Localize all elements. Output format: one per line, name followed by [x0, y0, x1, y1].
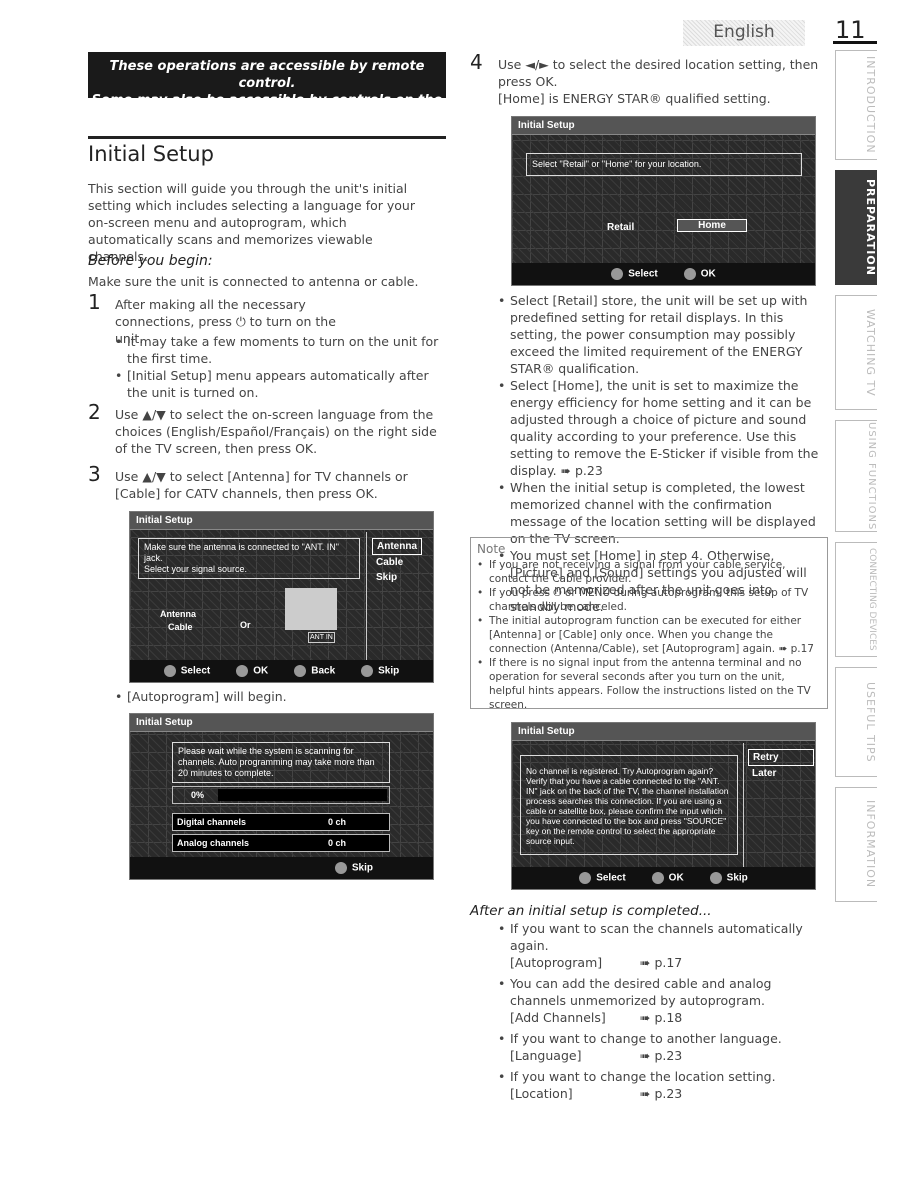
tv-illustration [285, 588, 337, 630]
footer-skip: Skip [709, 872, 748, 884]
screen-location: Initial Setup Select "Retail" or "Home" … [511, 116, 816, 286]
option-later[interactable]: Later [748, 766, 814, 781]
banner-line-2: Some may also be accessible by controls … [91, 93, 443, 125]
section-rule [88, 136, 446, 139]
analog-channels-row: Analog channels 0 ch [172, 834, 390, 852]
step-4-note: [Home] is ENERGY STAR® qualified setting… [498, 91, 771, 106]
footer-ok: OK [236, 665, 268, 677]
note-title: Note [477, 542, 506, 556]
screen-title: Initial Setup [512, 723, 815, 741]
tab-useful-tips[interactable]: USEFUL TIPS [835, 667, 877, 777]
step-3-after: [Autoprogram] will begin. [115, 688, 287, 705]
note-item: The initial autoprogram function can be … [477, 614, 821, 656]
tab-using-functions[interactable]: USING FUNCTIONS [835, 420, 877, 532]
language-label: English [683, 20, 805, 46]
tab-information[interactable]: INFORMATION [835, 787, 877, 902]
before-title: Before you begin: [88, 253, 213, 269]
page-link[interactable]: ➠ p.18 [640, 1010, 682, 1025]
option-skip[interactable]: Skip [372, 570, 422, 585]
footer-select: Select [163, 665, 210, 677]
screen-message: Please wait while the system is scanning… [172, 742, 390, 783]
screen-message: Select your signal source. [144, 564, 248, 574]
option-retail[interactable]: Retail [607, 222, 634, 233]
antenna-label: Antenna [160, 609, 196, 619]
page-number: 11 [835, 16, 866, 44]
footer-back: Back [294, 665, 335, 677]
note-box: Note If you are not receiving a signal f… [470, 537, 828, 712]
note-item: If you are not receiving a signal from y… [477, 558, 821, 586]
step-1-bullet: It may take a few moments to turn on the… [115, 333, 445, 367]
screen-message: Select "Retail" or "Home" for your locat… [526, 153, 802, 176]
or-label: Or [240, 620, 251, 630]
footer-ok: OK [651, 872, 684, 884]
step-4-bullet: Select [Home], the unit is set to maximi… [498, 377, 826, 479]
page-link[interactable]: ➠ p.23 [640, 1048, 682, 1063]
option-cable[interactable]: Cable [372, 555, 422, 570]
screen-no-channel: Initial Setup No channel is registered. … [511, 722, 816, 890]
screen-autoprogram: Initial Setup Please wait while the syst… [129, 713, 434, 880]
step-2-number: 2 [88, 400, 101, 424]
footer-skip: Skip [361, 665, 399, 677]
page-title: Initial Setup [88, 142, 214, 166]
step-1-number: 1 [88, 290, 101, 314]
screen-message: No channel is registered. Try Autoprogra… [520, 755, 738, 855]
before-text: Make sure the unit is connected to anten… [88, 274, 419, 289]
option-antenna[interactable]: Antenna [372, 538, 422, 555]
step-1-bullet: [Initial Setup] menu appears automatical… [115, 367, 445, 401]
step-3-text: Use ▲/▼ to select [Antenna] for TV chann… [115, 469, 408, 501]
step-4-bullet: Select [Retail] store, the unit will be … [498, 292, 826, 377]
option-retry[interactable]: Retry [748, 749, 814, 766]
screen-title: Initial Setup [130, 714, 433, 732]
tab-connecting-devices[interactable]: CONNECTING DEVICES [835, 542, 877, 657]
note-item: If you press ⏻ or MENU during autoprogra… [477, 586, 821, 614]
page-link[interactable]: ➠ p.17 [640, 955, 682, 970]
digital-channels-row: Digital channels 0 ch [172, 813, 390, 831]
tab-introduction[interactable]: INTRODUCTION [835, 50, 877, 160]
progress-bar: 0% [172, 786, 390, 804]
step-2-text: Use ▲/▼ to select the on-screen language… [115, 407, 437, 456]
option-home[interactable]: Home [677, 219, 747, 232]
screen-title: Initial Setup [512, 117, 815, 135]
after-item: If you want to change the location setti… [498, 1068, 828, 1102]
footer-ok: OK [683, 268, 716, 280]
after-item: You can add the desired cable and analog… [498, 975, 828, 1026]
screen-signal-source: Initial Setup Make sure the antenna is c… [129, 511, 434, 683]
tab-watching-tv[interactable]: WATCHING TV [835, 295, 877, 410]
step-4-text: Use ◄/► to select the desired location s… [498, 57, 819, 89]
screen-message: Make sure the antenna is connected to "A… [144, 542, 339, 563]
after-item: If you want to scan the channels automat… [498, 920, 828, 971]
banner-line-1: These operations are accessible by remot… [109, 59, 425, 91]
step-3-number: 3 [88, 462, 101, 486]
cable-label: Cable [168, 622, 193, 632]
page-link[interactable]: ➠ p.23 [640, 1086, 682, 1101]
footer-select: Select [611, 268, 658, 280]
note-item: If there is no signal input from the ant… [477, 656, 821, 712]
after-setup-title: After an initial setup is completed... [470, 903, 712, 919]
step-4-number: 4 [470, 50, 483, 74]
screen-title: Initial Setup [130, 512, 433, 530]
footer-skip: Skip [334, 862, 373, 874]
page-number-rule [833, 41, 877, 44]
ant-in-jack-label: ANT IN [308, 632, 335, 643]
tab-preparation[interactable]: PREPARATION [835, 170, 877, 285]
after-item: If you want to change to another languag… [498, 1030, 828, 1064]
remote-control-banner: These operations are accessible by remot… [88, 52, 446, 125]
footer-select: Select [579, 872, 626, 884]
